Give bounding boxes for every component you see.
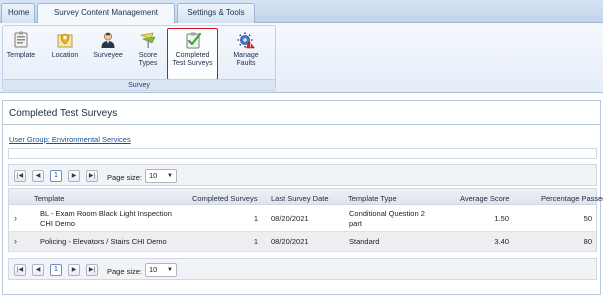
page-size-label: Page size: bbox=[107, 173, 143, 182]
page-size-label: Page size: bbox=[107, 267, 143, 276]
tab-survey-content-management-system[interactable]: Survey Content Management System bbox=[37, 3, 175, 35]
page-number-button[interactable]: 1 bbox=[50, 264, 62, 276]
cell-template-line1: Policing - Elevators / Stairs CHI Demo bbox=[40, 237, 167, 246]
cell-template-line2: CHI Demo bbox=[40, 219, 76, 228]
manage-faults-label-line2: Faults bbox=[236, 60, 256, 67]
template-button[interactable]: Template bbox=[4, 29, 38, 79]
column-header-template-type[interactable]: Template Type bbox=[348, 194, 397, 203]
page-size-value: 10 bbox=[149, 171, 158, 180]
top-pager: |◀ ◀ 1 ▶ ▶| Page size: 10 ▼ bbox=[8, 164, 597, 186]
prev-page-button[interactable]: ◀ bbox=[32, 264, 44, 276]
manage-faults-icon bbox=[225, 31, 267, 49]
cell-percentage-passed: 80 bbox=[583, 237, 592, 246]
column-header-template[interactable]: Template bbox=[34, 194, 64, 203]
page-size-select[interactable]: 10 ▼ bbox=[145, 169, 177, 183]
first-page-button[interactable]: |◀ bbox=[14, 264, 26, 276]
surveyee-icon bbox=[89, 31, 127, 49]
next-page-button[interactable]: ▶ bbox=[68, 170, 80, 182]
cell-template-type-line1: Conditional Question 2 bbox=[349, 209, 425, 218]
score-types-icon bbox=[131, 31, 165, 49]
prev-page-button[interactable]: ◀ bbox=[32, 170, 44, 182]
chevron-down-icon: ▼ bbox=[167, 267, 173, 273]
column-header-last-survey-date[interactable]: Last Survey Date bbox=[271, 194, 329, 203]
page-title: Completed Test Surveys bbox=[9, 108, 118, 119]
cell-last-survey-date: 08/20/2021 bbox=[271, 237, 309, 246]
score-types-label-line1: Score bbox=[138, 52, 158, 59]
filter-bar bbox=[8, 148, 597, 159]
column-header-percentage-passed[interactable]: Percentage Passed bbox=[541, 194, 603, 203]
completed-test-surveys-icon bbox=[168, 31, 217, 49]
column-header-completed-surveys[interactable]: Completed Surveys bbox=[192, 194, 257, 203]
cell-average-score: 1.50 bbox=[494, 214, 509, 223]
table-row[interactable]: › Policing - Elevators / Stairs CHI Demo… bbox=[8, 232, 597, 252]
location-icon bbox=[48, 31, 82, 49]
ribbon-group-label: Survey bbox=[3, 79, 275, 90]
next-page-button[interactable]: ▶ bbox=[68, 264, 80, 276]
expand-row-icon[interactable]: › bbox=[14, 236, 17, 246]
surveyee-button-label: Surveyee bbox=[93, 52, 123, 59]
tab-settings-tools[interactable]: Settings & Tools bbox=[177, 3, 255, 23]
score-types-button[interactable]: Score Types bbox=[131, 29, 165, 79]
title-divider bbox=[3, 124, 600, 125]
expand-row-icon[interactable]: › bbox=[14, 213, 17, 223]
manage-faults-label-line1: Manage bbox=[233, 52, 259, 59]
cell-completed-surveys: 1 bbox=[253, 214, 258, 223]
user-group-link[interactable]: User Group: Environmental Services bbox=[9, 135, 131, 144]
completed-test-surveys-button[interactable]: Completed Test Surveys bbox=[167, 28, 218, 80]
page-number-button[interactable]: 1 bbox=[50, 170, 62, 182]
column-header-average-score[interactable]: Average Score bbox=[460, 194, 509, 203]
cell-template-type-line2: part bbox=[349, 219, 362, 228]
cell-template-line1: BL - Exam Room Black Light Inspection bbox=[40, 209, 172, 218]
last-page-button[interactable]: ▶| bbox=[86, 170, 98, 182]
page-size-value: 10 bbox=[149, 265, 158, 274]
template-icon bbox=[4, 31, 38, 49]
completed-test-surveys-label-line1: Completed bbox=[175, 52, 210, 59]
cell-last-survey-date: 08/20/2021 bbox=[271, 214, 309, 223]
location-button[interactable]: Location bbox=[48, 29, 82, 79]
score-types-label-line2: Types bbox=[138, 60, 158, 67]
location-button-label: Location bbox=[51, 52, 79, 59]
template-button-label: Template bbox=[6, 52, 36, 59]
cell-percentage-passed: 50 bbox=[583, 214, 592, 223]
cell-completed-surveys: 1 bbox=[253, 237, 258, 246]
grid-header: Template Completed Surveys Last Survey D… bbox=[8, 188, 603, 205]
ribbon: Template Location Surveyee Score Types C… bbox=[0, 23, 603, 93]
cell-average-score: 3.40 bbox=[494, 237, 509, 246]
surveyee-button[interactable]: Surveyee bbox=[89, 29, 127, 79]
tab-home[interactable]: Home bbox=[1, 3, 35, 23]
page-size-select[interactable]: 10 ▼ bbox=[145, 263, 177, 277]
top-tab-strip: Home Survey Content Management System Se… bbox=[0, 0, 603, 35]
last-page-button[interactable]: ▶| bbox=[86, 264, 98, 276]
completed-test-surveys-panel: Completed Test Surveys User Group: Envir… bbox=[2, 100, 603, 295]
table-row[interactable]: › BL - Exam Room Black Light Inspection … bbox=[8, 205, 597, 232]
completed-test-surveys-label-line2: Test Surveys bbox=[172, 60, 213, 67]
first-page-button[interactable]: |◀ bbox=[14, 170, 26, 182]
chevron-down-icon: ▼ bbox=[167, 173, 173, 179]
ribbon-group-survey: Template Location Surveyee Score Types C… bbox=[2, 25, 276, 91]
manage-faults-button[interactable]: Manage Faults bbox=[225, 29, 267, 79]
bottom-pager: |◀ ◀ 1 ▶ ▶| Page size: 10 ▼ bbox=[8, 258, 597, 280]
cell-template-type-line1: Standard bbox=[349, 237, 380, 246]
